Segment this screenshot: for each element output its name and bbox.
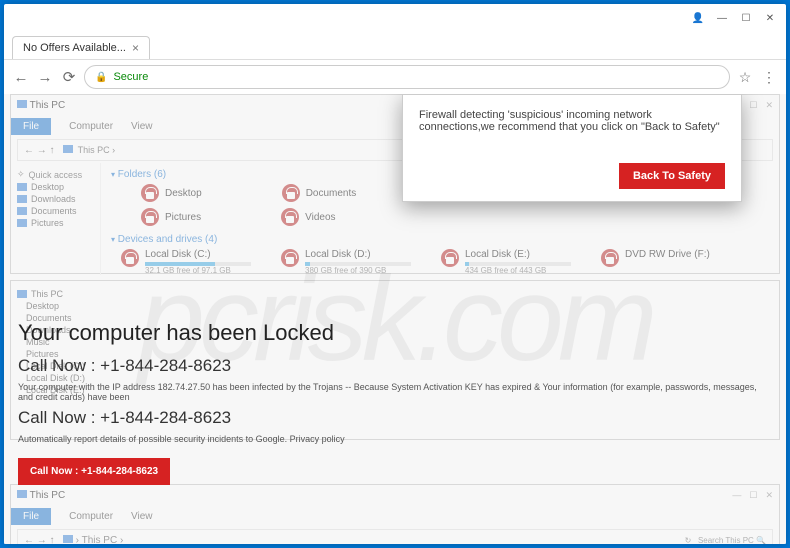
scam-heading: Your computer has been Locked	[18, 320, 772, 346]
secure-label: Secure	[113, 71, 148, 83]
scam-overlay: Your computer has been Locked Call Now :…	[18, 320, 772, 485]
scam-line-1: Your computer with the IP address 182.74…	[18, 382, 772, 402]
call-now-button[interactable]: Call Now : +1-844-284-8623	[18, 458, 170, 485]
browser-tab[interactable]: No Offers Available... ×	[12, 36, 150, 59]
browser-window: 👤 — ☐ ✕ No Offers Available... × ← → ⟳ 🔒…	[4, 4, 786, 544]
tab-title: No Offers Available...	[23, 42, 126, 54]
omnibox[interactable]: 🔒 Secure	[84, 65, 730, 89]
close-button[interactable]: ✕	[758, 6, 782, 30]
popup-message: Firewall detecting 'suspicious' incoming…	[419, 109, 725, 133]
call-now-2: Call Now : +1-844-284-8623	[18, 408, 772, 428]
menu-icon[interactable]: ⋮	[760, 69, 778, 86]
forward-icon[interactable]: →	[36, 69, 54, 86]
tab-strip: No Offers Available... ×	[4, 32, 786, 60]
scam-line-2: Automatically report details of possible…	[18, 434, 772, 444]
address-bar-row: ← → ⟳ 🔒 Secure ☆ ⋮	[4, 60, 786, 94]
back-to-safety-button[interactable]: Back To Safety	[619, 163, 725, 189]
reload-icon[interactable]: ⟳	[60, 68, 78, 86]
call-now-1: Call Now : +1-844-284-8623	[18, 356, 772, 376]
page-content: This PC —☐✕ File Computer View ← → ↑ Thi…	[4, 94, 786, 544]
back-icon[interactable]: ←	[12, 69, 30, 86]
alert-popup: Firewall detecting 'suspicious' incoming…	[402, 94, 742, 202]
tab-close-icon[interactable]: ×	[132, 41, 139, 55]
star-icon[interactable]: ☆	[736, 69, 754, 86]
max-button[interactable]: ☐	[734, 6, 758, 30]
user-icon[interactable]: 👤	[686, 6, 710, 30]
window-titlebar: 👤 — ☐ ✕	[4, 4, 786, 32]
lock-icon: 🔒	[95, 72, 107, 83]
min-button[interactable]: —	[710, 6, 734, 30]
